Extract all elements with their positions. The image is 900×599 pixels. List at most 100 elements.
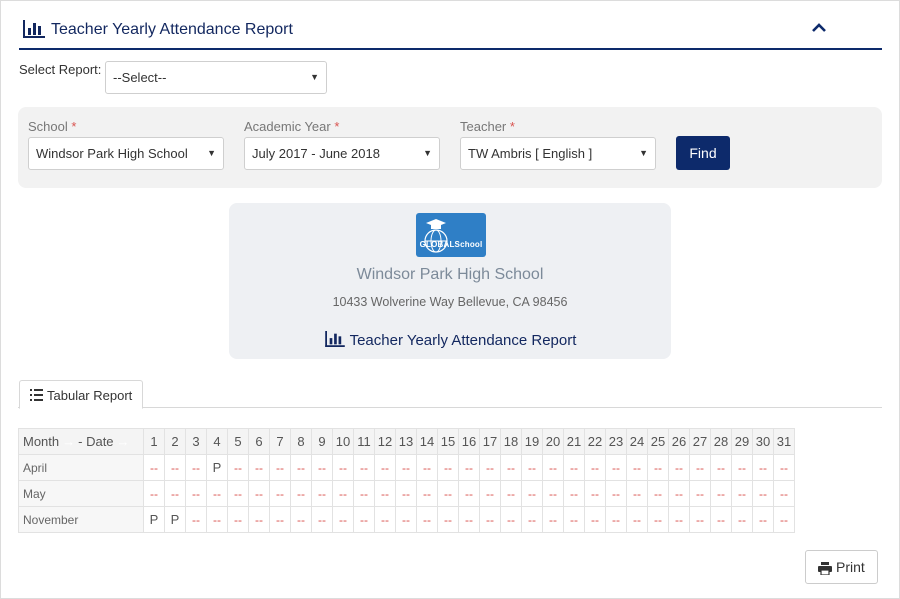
attendance-cell: --	[227, 454, 249, 481]
attendance-cell: --	[269, 480, 291, 507]
attendance-cell: --	[605, 480, 627, 507]
select-report-label: Select Report:	[19, 62, 102, 77]
attendance-cell: --	[395, 480, 417, 507]
attendance-cell: --	[269, 506, 291, 533]
attendance-cell: --	[563, 454, 585, 481]
attendance-cell: --	[143, 480, 165, 507]
attendance-cell: --	[395, 506, 417, 533]
school-logo: GLOBALSchool	[416, 213, 486, 257]
filter-panel: School * Windsor Park High School ▼ Acad…	[18, 107, 882, 188]
attendance-cell: --	[416, 480, 438, 507]
attendance-cell: --	[206, 480, 228, 507]
attendance-cell: --	[311, 506, 333, 533]
attendance-cell: --	[626, 454, 648, 481]
academic-year-select[interactable]: July 2017 - June 2018 ▼	[244, 137, 440, 170]
day-header: 3	[185, 428, 207, 455]
day-header: 24	[626, 428, 648, 455]
select-report-value: --Select--	[113, 70, 167, 85]
bar-chart-icon	[23, 20, 45, 38]
academic-year-label: Academic Year *	[244, 119, 340, 134]
school-select[interactable]: Windsor Park High School ▼	[28, 137, 224, 170]
select-report-dropdown[interactable]: --Select-- ▼	[105, 61, 327, 94]
attendance-cell: --	[290, 480, 312, 507]
table-row: May -- -- -- -- -- -- -- -- -- -- -- -- -- -- -- -- -- -- -…	[18, 480, 795, 507]
attendance-cell: P	[206, 454, 228, 481]
tab-label: Tabular Report	[47, 388, 133, 403]
day-header: 17	[479, 428, 501, 455]
attendance-cell: --	[773, 454, 795, 481]
day-header: 6	[248, 428, 270, 455]
attendance-cell: --	[416, 506, 438, 533]
attendance-cell: --	[269, 454, 291, 481]
report-title-text: Teacher Yearly Attendance Report	[349, 332, 577, 349]
attendance-cell: --	[248, 454, 270, 481]
attendance-cell: --	[647, 454, 669, 481]
attendance-cell: --	[185, 480, 207, 507]
attendance-cell: --	[731, 506, 753, 533]
day-header: 2	[164, 428, 186, 455]
attendance-cell: --	[689, 480, 711, 507]
report-header: Teacher Yearly Attendance Report	[19, 14, 882, 50]
attendance-cell: --	[458, 506, 480, 533]
attendance-cell: --	[332, 506, 354, 533]
attendance-cell: --	[437, 506, 459, 533]
day-header: 25	[647, 428, 669, 455]
attendance-cell: --	[500, 480, 522, 507]
attendance-cell: --	[584, 480, 606, 507]
day-header: 31	[773, 428, 795, 455]
attendance-cell: --	[773, 506, 795, 533]
attendance-cell: --	[437, 454, 459, 481]
day-header: 15	[437, 428, 459, 455]
report-title: Teacher Yearly Attendance Report	[229, 331, 671, 349]
attendance-cell: --	[563, 480, 585, 507]
attendance-cell: --	[248, 480, 270, 507]
attendance-cell: --	[647, 506, 669, 533]
day-header: 26	[668, 428, 690, 455]
day-header: 4	[206, 428, 228, 455]
bar-chart-icon	[324, 331, 345, 347]
academic-year-value: July 2017 - June 2018	[252, 146, 380, 161]
attendance-cell: --	[290, 506, 312, 533]
attendance-cell: --	[332, 480, 354, 507]
attendance-cell: --	[773, 480, 795, 507]
attendance-cell: --	[353, 454, 375, 481]
day-header: 13	[395, 428, 417, 455]
attendance-cell: --	[521, 454, 543, 481]
print-button[interactable]: Print	[805, 550, 878, 584]
attendance-cell: P	[143, 506, 165, 533]
attendance-cell: --	[710, 506, 732, 533]
attendance-cell: --	[521, 480, 543, 507]
report-header-card: GLOBALSchool Windsor Park High School 10…	[229, 203, 671, 359]
print-label: Print	[836, 559, 865, 575]
attendance-cell: --	[521, 506, 543, 533]
page-title: Teacher Yearly Attendance Report	[51, 21, 293, 38]
attendance-cell: --	[353, 480, 375, 507]
attendance-cell: --	[584, 454, 606, 481]
day-header: 27	[689, 428, 711, 455]
teacher-select[interactable]: TW Ambris [ English ] ▼	[460, 137, 656, 170]
month-date-header: Month → - Date →	[18, 428, 144, 455]
attendance-cell: --	[542, 454, 564, 481]
day-header: 18	[500, 428, 522, 455]
attendance-cell: --	[164, 454, 186, 481]
table-body: April -- -- -- P -- -- -- -- -- -- -- -- -- -- -- -- -- --…	[18, 454, 795, 533]
attendance-cell: --	[668, 506, 690, 533]
list-icon	[30, 389, 43, 401]
attendance-cell: --	[374, 454, 396, 481]
tab-tabular-report[interactable]: Tabular Report	[19, 380, 143, 409]
attendance-cell: --	[458, 480, 480, 507]
teacher-select-value: TW Ambris [ English ]	[468, 146, 593, 161]
school-label: School *	[28, 119, 77, 134]
chevron-up-icon[interactable]	[809, 18, 829, 38]
day-header: 21	[563, 428, 585, 455]
attendance-cell: --	[143, 454, 165, 481]
attendance-cell: --	[374, 506, 396, 533]
find-button[interactable]: Find	[676, 136, 730, 170]
attendance-cell: --	[185, 506, 207, 533]
attendance-cell: --	[500, 454, 522, 481]
attendance-cell: --	[731, 480, 753, 507]
tab-bar-divider	[18, 407, 882, 408]
attendance-cell: --	[206, 506, 228, 533]
school-address: 10433 Wolverine Way Bellevue, CA 98456	[332, 295, 568, 309]
attendance-cell: --	[542, 506, 564, 533]
